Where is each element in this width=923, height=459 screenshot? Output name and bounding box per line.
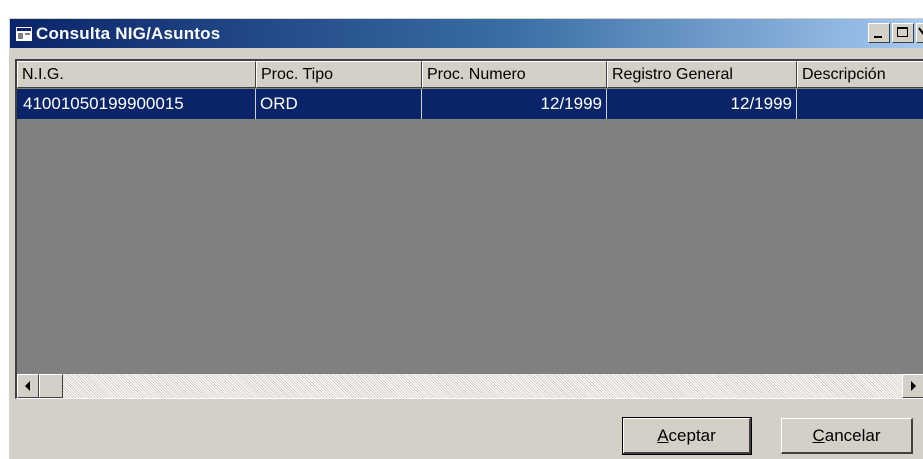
window-title: Consulta NIG/Asuntos [36, 23, 221, 43]
app-window-icon [16, 26, 32, 41]
arrow-right-icon [911, 381, 916, 391]
scroll-left-button[interactable] [17, 374, 39, 398]
aceptar-button[interactable]: Aceptar [622, 417, 752, 455]
column-header: N.I.G. Proc. Tipo Proc. Numero Registro … [17, 61, 923, 88]
col-header-registro-general[interactable]: Registro General [607, 61, 797, 88]
col-header-proc-numero[interactable]: Proc. Numero [422, 61, 607, 88]
maximize-icon [897, 27, 908, 37]
results-listview[interactable]: N.I.G. Proc. Tipo Proc. Numero Registro … [15, 59, 923, 399]
minimize-icon [874, 36, 882, 38]
scroll-right-button[interactable] [902, 374, 923, 398]
cell-proc-numero: 12/1999 [422, 89, 607, 119]
cancelar-button[interactable]: Cancelar [781, 418, 913, 454]
consulta-dialog: Consulta NIG/Asuntos N.I.G. Proc. Tipo P… [9, 18, 923, 459]
arrow-left-icon [25, 381, 30, 391]
cell-proc-tipo: ORD [256, 89, 422, 119]
cell-nig: 41001050199900015 [17, 89, 256, 119]
minimize-button[interactable] [868, 23, 890, 43]
col-header-descripcion[interactable]: Descripción [797, 61, 923, 88]
close-button[interactable] [916, 23, 923, 43]
col-header-proc-tipo[interactable]: Proc. Tipo [256, 61, 422, 88]
maximize-button[interactable] [892, 23, 914, 43]
scroll-track[interactable] [63, 374, 902, 398]
col-header-nig[interactable]: N.I.G. [17, 61, 256, 88]
horizontal-scrollbar[interactable] [17, 374, 923, 398]
title-bar[interactable]: Consulta NIG/Asuntos [10, 19, 923, 48]
scroll-thumb[interactable] [39, 374, 63, 398]
cell-registro-general: 12/1999 [607, 89, 797, 119]
close-icon [918, 27, 923, 35]
cell-descripcion [797, 89, 923, 119]
table-row[interactable]: 41001050199900015 ORD 12/1999 12/1999 [17, 89, 923, 119]
